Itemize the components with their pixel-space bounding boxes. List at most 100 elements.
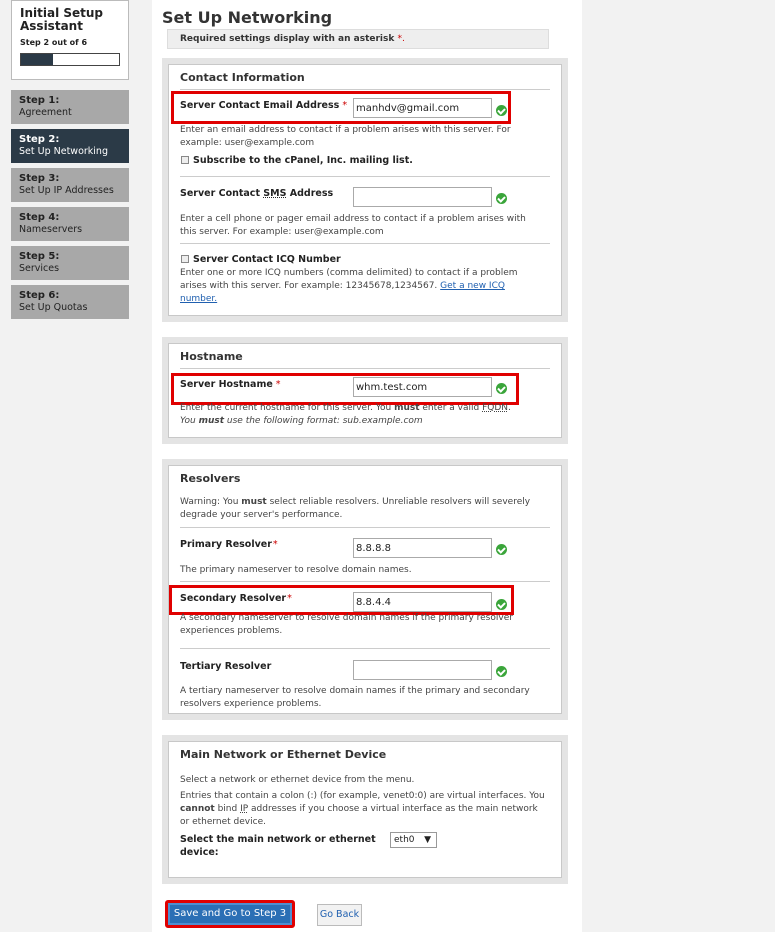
primary-resolver-field[interactable] [353,538,492,558]
section-title-text: Contact Information [180,71,305,84]
sms-help: Enter a cell phone or pager email addres… [180,214,526,237]
subscribe-label: Subscribe to the cPanel, Inc. mailing li… [193,155,413,166]
icq-checkbox[interactable] [181,255,189,263]
format-help-post: use the following format: sub.example.co… [224,416,423,426]
primary-resolver-help: The primary nameserver to resolve domain… [180,565,412,575]
resolvers-panel: Resolvers Warning: You must select relia… [168,465,562,714]
check-icon [496,193,507,204]
required-notice-text: Required settings display with an asteri… [180,34,395,44]
secondary-resolver-highlight [169,585,514,615]
tertiary-resolver-field[interactable] [353,660,492,680]
step-name: Agreement [19,107,72,118]
step-number: Step 1: [19,95,60,106]
wizard-header: Initial Setup Assistant Step 2 out of 6 [11,0,129,80]
contact-information-section: Contact Information Server Contact Email… [162,58,568,322]
section-title: Hostname [180,344,550,369]
step-name: Set Up IP Addresses [19,185,114,196]
sms-abbr: SMS [263,188,287,199]
hostname-help-mid: enter a valid [419,403,483,413]
main-content: Set Up Networking Required settings disp… [152,0,582,932]
step-set-up-networking[interactable]: Step 2: Set Up Networking [11,129,129,163]
save-and-continue-button[interactable]: Save and Go to Step 3 [165,900,295,928]
icq-help: Enter one or more ICQ numbers (comma del… [180,267,540,306]
subscribe-checkbox[interactable] [181,156,189,164]
sms-label-pre: Server Contact [180,188,264,199]
required-notice-asterisk: *. [397,34,405,44]
wizard-progress-bar [20,53,120,66]
step-number: Step 6: [19,290,60,301]
secondary-resolver-help: A secondary nameserver to resolve domain… [180,613,513,636]
network-device-section: Main Network or Ethernet Device Select a… [162,735,568,884]
hostname-panel: Hostname Server Hostname* Enter the curr… [168,343,562,438]
primary-resolver-label-text: Primary Resolver [180,539,272,550]
section-title: Resolvers [180,466,550,490]
wizard-title: Initial Setup Assistant [20,6,104,33]
hostname-highlight [171,373,519,405]
divider [180,527,550,528]
section-title-text: Main Network or Ethernet Device [180,748,387,761]
format-help-pre: You [180,416,199,426]
section-title: Main Network or Ethernet Device [180,742,550,766]
page-title: Set Up Networking [162,8,333,27]
step-number: Step 2: [19,134,60,145]
wizard-sidebar: Initial Setup Assistant Step 2 out of 6 … [11,0,129,324]
email-help: Enter an email address to contact if a p… [180,125,511,148]
check-icon [496,544,507,555]
step-set-up-quotas[interactable]: Step 6: Set Up Quotas [11,285,129,319]
divider [180,648,550,649]
hostname-help-must: must [394,403,420,413]
step-number: Step 5: [19,251,60,262]
sms-label: Server Contact SMS Address [180,188,333,199]
hostname-help-end: . [508,403,511,413]
hostname-help-pre: Enter the current hostname for this serv… [180,403,395,413]
required-asterisk: * [272,539,278,550]
divider [180,176,550,177]
ip-abbr: IP [240,804,249,814]
wizard-progress-fill [21,54,54,65]
network-device-value: eth0 [394,835,415,845]
format-help-must: must [198,416,225,426]
step-services[interactable]: Step 5: Services [11,246,129,280]
hostname-section: Hostname Server Hostname* Enter the curr… [162,337,568,444]
hostname-format-help: You must use the following format: sub.e… [180,415,550,428]
network-device-select[interactable]: eth0 ▼ [390,832,437,848]
sms-field[interactable] [353,187,492,207]
step-number: Step 3: [19,173,60,184]
wizard-step-counter: Step 2 out of 6 [20,38,88,47]
tertiary-resolver-label: Tertiary Resolver [180,661,272,672]
check-icon [496,666,507,677]
step-number: Step 4: [19,212,60,223]
wizard-steps: Step 1: Agreement Step 2: Set Up Network… [11,90,129,319]
tertiary-resolver-help: A tertiary nameserver to resolve domain … [180,686,530,709]
network-help: Select a network or ethernet device from… [180,775,415,785]
divider [180,581,550,582]
step-agreement[interactable]: Step 1: Agreement [11,90,129,124]
virtual-help-pre: Entries that contain a colon (:) (for ex… [180,791,545,801]
chevron-down-icon: ▼ [424,835,431,845]
resolvers-warning: Warning: You must select reliable resolv… [180,496,540,522]
step-name: Set Up Networking [19,146,108,157]
virtual-help-cannot: cannot [180,804,215,814]
required-notice: Required settings display with an asteri… [167,29,549,49]
warning-must: must [241,497,267,507]
step-nameservers[interactable]: Step 4: Nameservers [11,207,129,241]
email-highlight [171,91,511,124]
go-back-button[interactable]: Go Back [317,904,362,926]
section-title-text: Hostname [180,350,243,363]
warning-pre: Warning: You [180,497,242,507]
icq-label: Server Contact ICQ Number [193,254,341,265]
hostname-help: Enter the current hostname for this serv… [180,402,550,415]
step-name: Services [19,263,60,274]
step-name: Set Up Quotas [19,302,88,313]
divider [180,243,550,244]
section-title-text: Resolvers [180,472,241,485]
resolvers-section: Resolvers Warning: You must select relia… [162,459,568,720]
network-virtual-help: Entries that contain a colon (:) (for ex… [180,790,545,829]
sms-label-post: Address [286,188,334,199]
primary-resolver-label: Primary Resolver* [180,539,278,550]
section-title: Contact Information [180,65,550,90]
fqdn-abbr: FQDN [482,403,508,413]
step-name: Nameservers [19,224,83,235]
network-select-label: Select the main network or ethernet devi… [180,834,376,858]
step-set-up-ip-addresses[interactable]: Step 3: Set Up IP Addresses [11,168,129,202]
